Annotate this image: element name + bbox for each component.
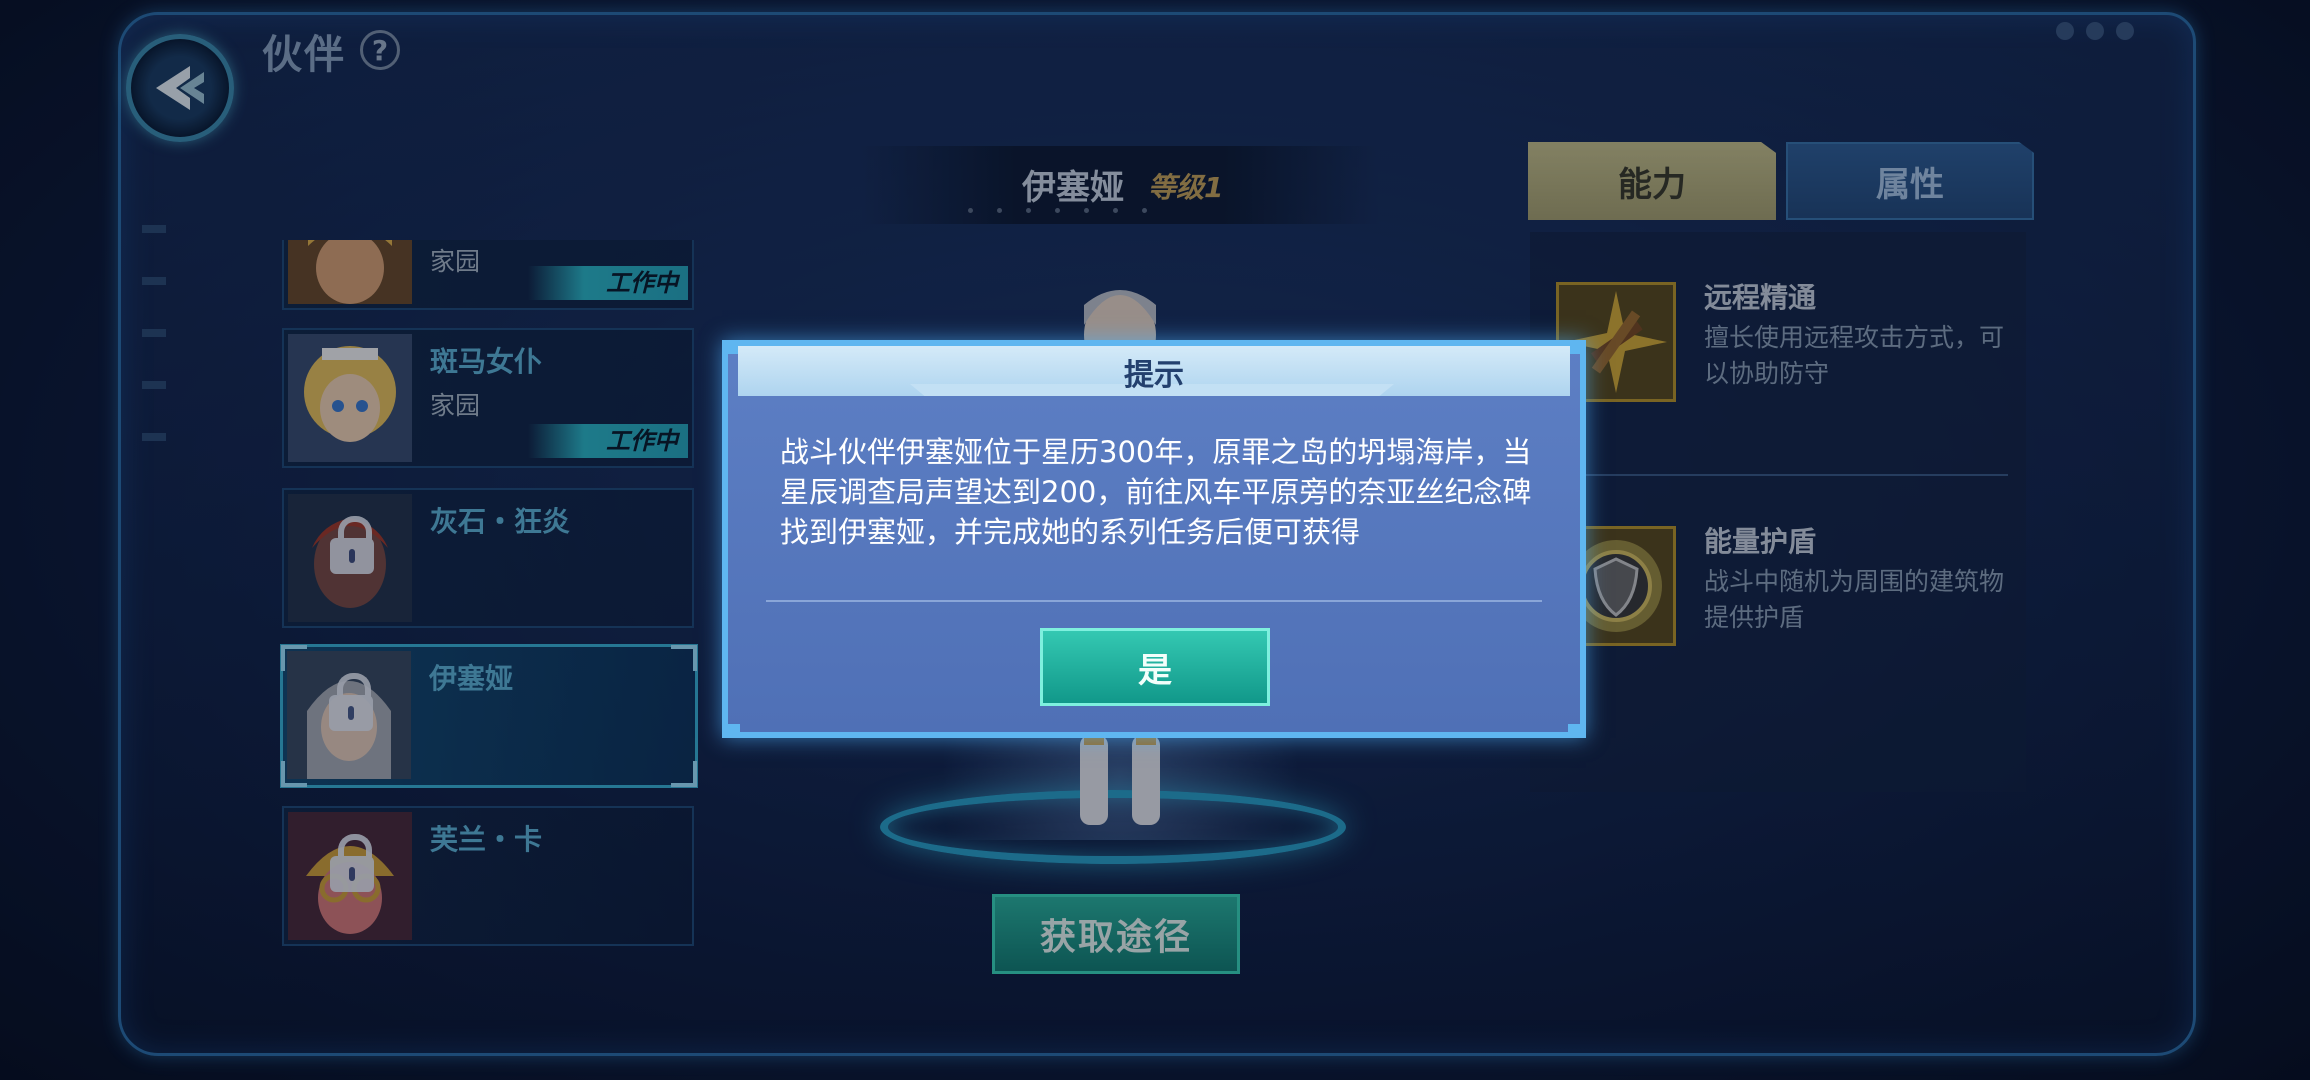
confirm-button[interactable]: 是 [1040, 628, 1270, 706]
dialog-divider [766, 600, 1542, 602]
dialog-title: 提示 [1124, 358, 1184, 393]
dialog-message: 战斗伙伴伊塞娅位于星历300年，原罪之岛的坍塌海岸，当星辰调查局声望达到200，… [780, 435, 1532, 549]
dialog-corner [1568, 724, 1586, 738]
dialog-corner [1568, 340, 1586, 354]
dialog-corner [722, 724, 740, 738]
